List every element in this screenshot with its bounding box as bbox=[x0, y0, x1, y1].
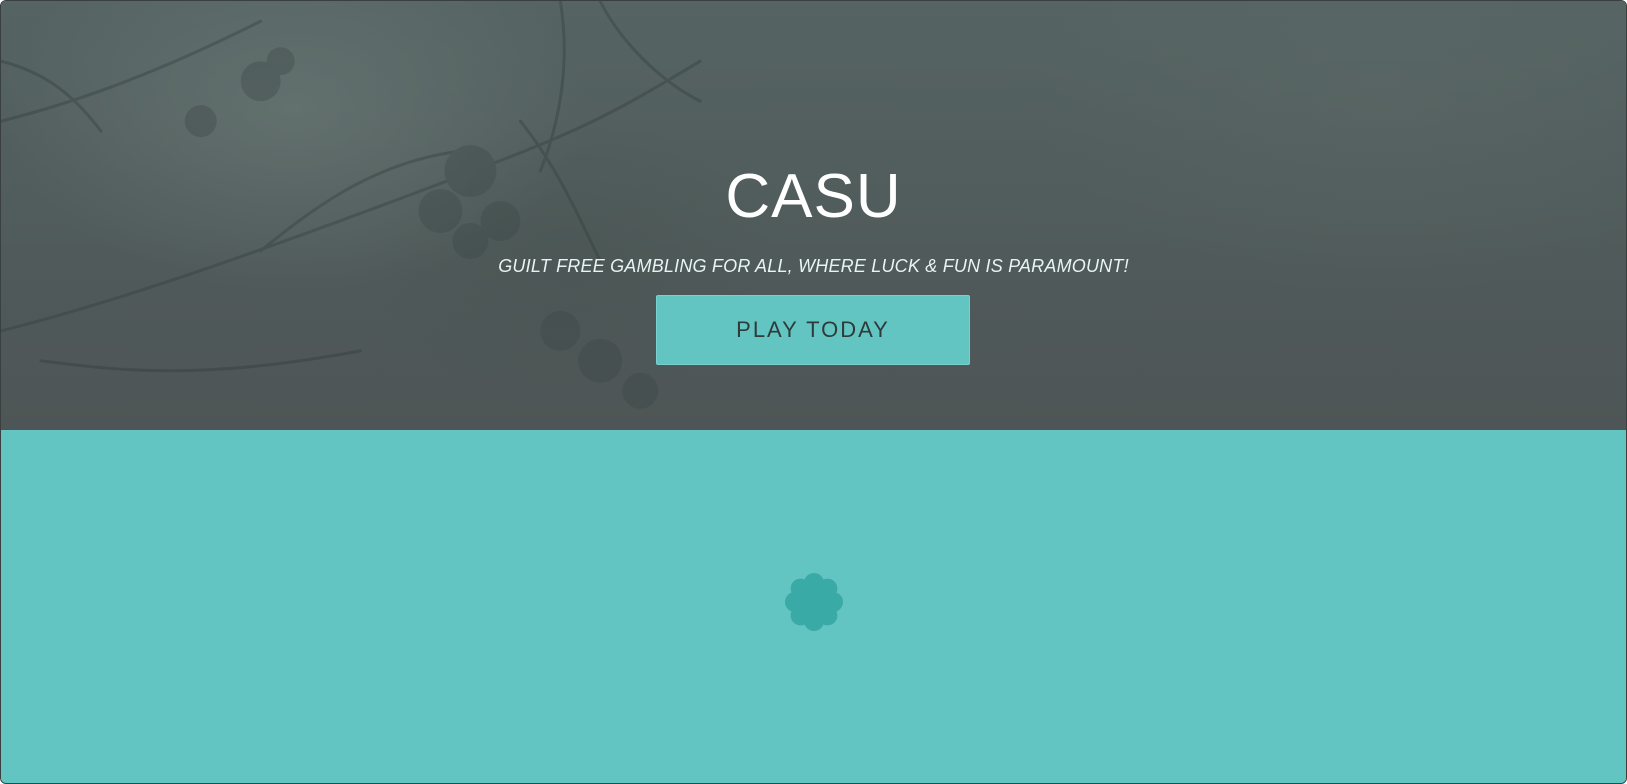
hero-section: CASU GUILT FREE GAMBLING FOR ALL, WHERE … bbox=[1, 1, 1626, 430]
play-today-button[interactable]: PLAY TODAY bbox=[656, 295, 970, 365]
hero-content: CASU GUILT FREE GAMBLING FOR ALL, WHERE … bbox=[1, 1, 1626, 430]
page-frame: CASU GUILT FREE GAMBLING FOR ALL, WHERE … bbox=[0, 0, 1627, 784]
hero-tagline: GUILT FREE GAMBLING FOR ALL, WHERE LUCK … bbox=[498, 256, 1129, 276]
site-title: CASU bbox=[725, 162, 902, 231]
spinner-flower-icon bbox=[785, 573, 843, 631]
